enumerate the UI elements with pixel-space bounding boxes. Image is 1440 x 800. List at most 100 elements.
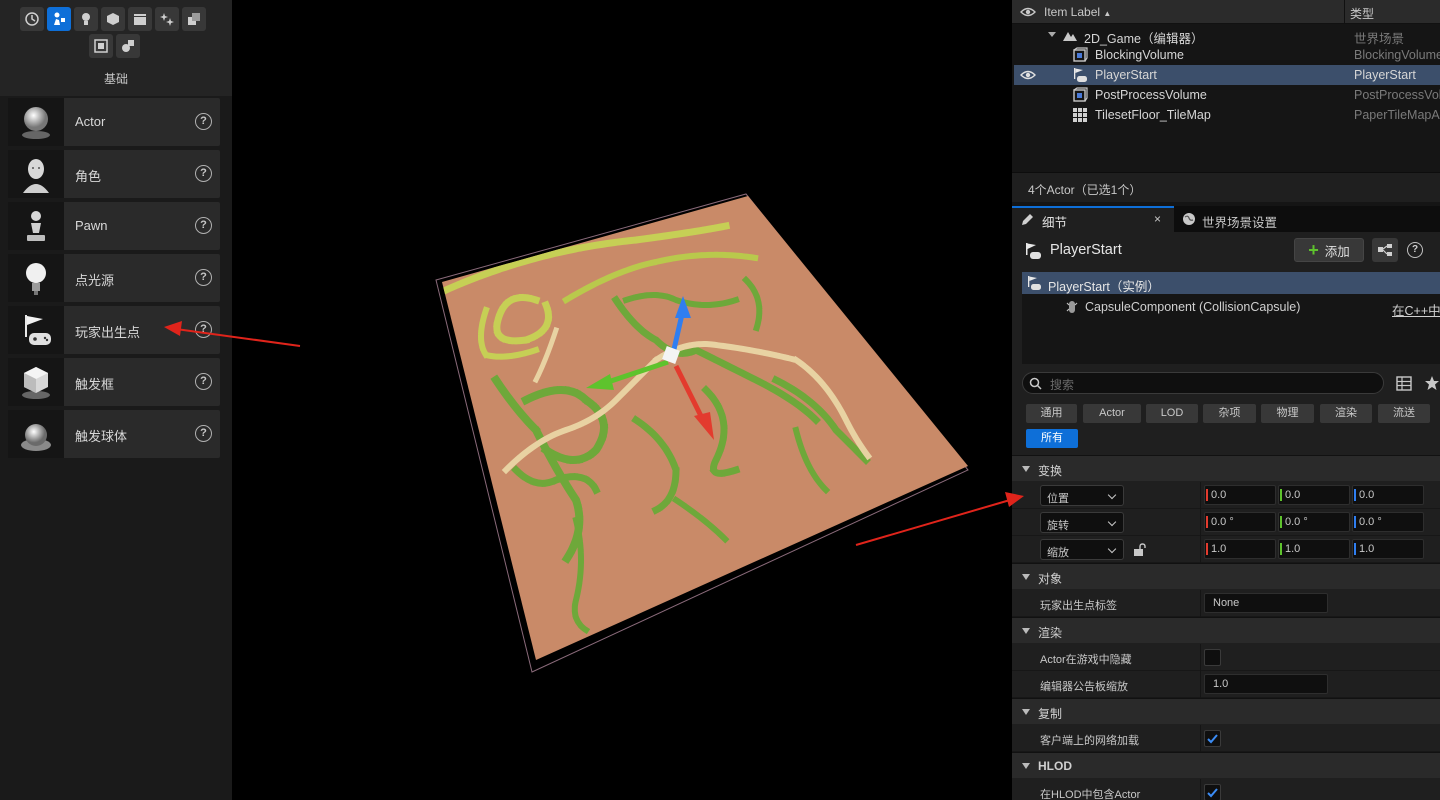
recent-icon[interactable] [20,7,44,31]
component-child-label: CapsuleComponent (CollisionCapsule) [1085,300,1301,314]
component-row-capsule[interactable]: CapsuleComponent (CollisionCapsule) 在C++… [1022,296,1440,318]
player-start-icon [8,306,64,354]
add-component-button[interactable]: + 添加 [1294,238,1364,262]
visibility-toggle-icon[interactable] [1020,69,1036,81]
outliner-row-label: PlayerStart [1095,68,1157,82]
details-search-input[interactable]: 搜索 [1022,372,1384,394]
collapse-caret-icon [1022,709,1030,715]
help-icon[interactable]: ? [195,165,212,182]
volume-icon [1073,47,1088,62]
location-y-field[interactable]: 0.0 [1278,485,1350,505]
column-divider[interactable] [1200,779,1201,800]
section-rendering-label: 渲染 [1038,626,1063,640]
place-item-label: 玩家出生点 [75,325,141,340]
place-item-pawn[interactable]: Pawn ? [8,202,220,250]
place-item-trigger-sphere[interactable]: 触发球体 ? [8,410,220,458]
place-item-character[interactable]: 角色 ? [8,150,220,198]
player-start-tag-input[interactable]: None [1204,593,1328,613]
close-tab-icon[interactable]: × [1154,212,1161,226]
component-row-root[interactable]: PlayerStart（实例） [1022,272,1440,294]
rotation-mode-dropdown[interactable]: 旋转 [1040,512,1124,533]
player-start-icon [1074,68,1087,82]
visibility-header-icon[interactable] [1020,6,1036,18]
shapes-icon[interactable] [101,7,125,31]
tab-details[interactable]: 细节 × [1012,206,1174,232]
property-matrix-icon[interactable] [1396,376,1412,391]
place-item-actor[interactable]: Actor ? [8,98,220,146]
column-divider[interactable] [1200,509,1201,536]
filter-physics[interactable]: 物理 [1261,404,1314,423]
help-icon[interactable]: ? [195,425,212,442]
outliner-row-label: BlockingVolume [1095,48,1184,62]
column-divider[interactable] [1200,725,1201,752]
filter-streaming[interactable]: 流送 [1378,404,1430,423]
outliner-row-type: PlayerStart [1354,68,1416,82]
collapse-caret-icon [1022,466,1030,472]
column-divider[interactable] [1200,644,1201,671]
help-icon[interactable]: ? [195,269,212,286]
column-type[interactable]: 类型 [1350,5,1374,22]
location-mode-dropdown[interactable]: 位置 [1040,485,1124,506]
section-replication[interactable]: 复制 [1012,698,1440,724]
cinematic-icon[interactable] [128,7,152,31]
filter-general[interactable]: 通用 [1026,404,1077,423]
location-x-field[interactable]: 0.0 [1204,485,1276,505]
basic-icon[interactable] [47,7,71,31]
column-divider[interactable] [1200,482,1201,509]
geometry-icon[interactable] [182,7,206,31]
scale-z-field[interactable]: 1.0 [1352,539,1424,559]
column-divider[interactable] [1200,671,1201,698]
help-icon[interactable]: ? [195,217,212,234]
outliner-row-world[interactable]: 2D_Game（编辑器） 世界场景 [1014,25,1440,46]
column-divider[interactable] [1200,590,1201,617]
place-item-trigger-box[interactable]: 触发框 ? [8,358,220,406]
collapse-caret-icon[interactable] [1048,32,1056,37]
help-icon[interactable]: ? [195,373,212,390]
blueprint-button[interactable] [1372,238,1398,262]
section-hlod[interactable]: HLOD [1012,752,1440,778]
scale-mode-dropdown[interactable]: 缩放 [1040,539,1124,560]
outliner-row-blockingvolume[interactable]: BlockingVolume BlockingVolume [1014,45,1440,65]
scale-y-field[interactable]: 1.0 [1278,539,1350,559]
section-rendering[interactable]: 渲染 [1012,617,1440,643]
place-item-point-light[interactable]: 点光源 ? [8,254,220,302]
rotation-y-field[interactable]: 0.0 ° [1278,512,1350,532]
all-classes-icon[interactable] [116,34,140,58]
lights-icon[interactable] [74,7,98,31]
column-divider[interactable] [1200,536,1201,563]
visual-effects-icon[interactable] [155,7,179,31]
volumes-icon[interactable] [89,34,113,58]
edit-in-cpp-link[interactable]: 在C++中编 [1392,300,1440,319]
rotation-x-field[interactable]: 0.0 ° [1204,512,1276,532]
billboard-scale-input[interactable]: 1.0 [1204,674,1328,694]
help-icon[interactable]: ? [195,321,212,338]
favorites-star-icon[interactable] [1424,375,1440,391]
net-load-on-client-checkbox[interactable] [1204,730,1221,747]
include-in-hlod-checkbox[interactable] [1204,784,1221,800]
filter-rendering[interactable]: 渲染 [1320,404,1372,423]
filter-misc[interactable]: 杂项 [1203,404,1256,423]
rotation-z-field[interactable]: 0.0 ° [1352,512,1424,532]
section-transform[interactable]: 变换 [1012,455,1440,481]
column-divider[interactable] [1344,0,1345,24]
section-object[interactable]: 对象 [1012,563,1440,589]
tab-details-label: 细节 [1042,216,1068,230]
level-viewport[interactable] [236,0,1012,800]
outliner-row-postprocessvolume[interactable]: PostProcessVolume PostProcessVolume [1014,85,1440,105]
scale-x-field[interactable]: 1.0 [1204,539,1276,559]
outliner-row-tilemap[interactable]: TilesetFloor_TileMap PaperTileMapActor [1014,105,1440,125]
filter-actor[interactable]: Actor [1083,404,1141,423]
location-z-field[interactable]: 0.0 [1352,485,1424,505]
outliner-header: Item Label ▲ 类型 [1012,0,1440,24]
unlock-icon[interactable] [1132,543,1146,557]
filter-all[interactable]: 所有 [1026,429,1078,448]
help-icon[interactable]: ? [195,113,212,130]
tab-world-settings-label: 世界场景设置 [1202,216,1278,230]
column-item-label[interactable]: Item Label ▲ [1044,5,1111,19]
help-icon[interactable]: ? [1407,242,1423,258]
filter-lod[interactable]: LOD [1146,404,1198,423]
hidden-in-game-checkbox[interactable] [1204,649,1221,666]
tab-world-settings[interactable]: 世界场景设置 [1176,206,1306,232]
place-item-player-start[interactable]: 玩家出生点 ? [8,306,220,354]
outliner-row-playerstart[interactable]: PlayerStart PlayerStart [1014,65,1440,85]
